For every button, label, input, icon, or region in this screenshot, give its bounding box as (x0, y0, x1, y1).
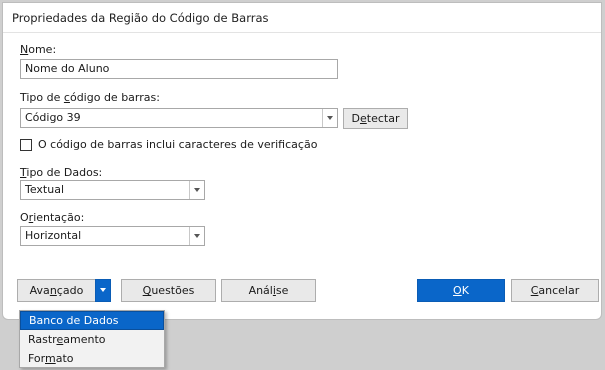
chevron-down-icon[interactable] (322, 109, 337, 127)
menu-item-format[interactable]: Formato (20, 349, 164, 368)
menu-item-tracking[interactable]: Rastreamento (20, 330, 164, 349)
analysis-button[interactable]: Análise (221, 279, 316, 302)
menu-item-database[interactable]: Banco de Dados (20, 311, 164, 330)
chevron-down-icon[interactable] (189, 227, 204, 245)
ok-button[interactable]: OK (417, 279, 505, 302)
detect-button[interactable]: Detectar (343, 108, 408, 129)
name-input[interactable]: Nome do Aluno (20, 59, 338, 79)
advanced-dropdown-menu: Banco de Dados Rastreamento Formato (19, 310, 165, 368)
barcode-type-value: Código 39 (25, 111, 81, 124)
chevron-down-icon[interactable] (189, 181, 204, 199)
data-type-value: Textual (25, 183, 65, 196)
data-type-select[interactable]: Textual (20, 180, 205, 200)
cancel-button[interactable]: Cancelar (511, 279, 599, 302)
data-type-label: Tipo de Dados: (20, 166, 103, 179)
barcode-region-properties-dialog: Propriedades da Região do Código de Barr… (2, 2, 602, 320)
orientation-value: Horizontal (25, 229, 82, 242)
advanced-button[interactable]: Avançado (17, 279, 96, 302)
advanced-dropdown-arrow-icon[interactable] (95, 279, 111, 302)
orientation-select[interactable]: Horizontal (20, 226, 205, 246)
name-label: Nome: (20, 43, 57, 56)
checksum-checkbox[interactable] (20, 139, 32, 151)
orientation-label: Orientação: (20, 211, 85, 224)
barcode-type-select[interactable]: Código 39 (20, 108, 338, 128)
barcode-type-label: Tipo de código de barras: (20, 91, 160, 104)
dialog-title: Propriedades da Região do Código de Barr… (3, 3, 601, 33)
checksum-checkbox-label: O código de barras inclui caracteres de … (38, 138, 318, 151)
questions-button[interactable]: Questões (121, 279, 216, 302)
